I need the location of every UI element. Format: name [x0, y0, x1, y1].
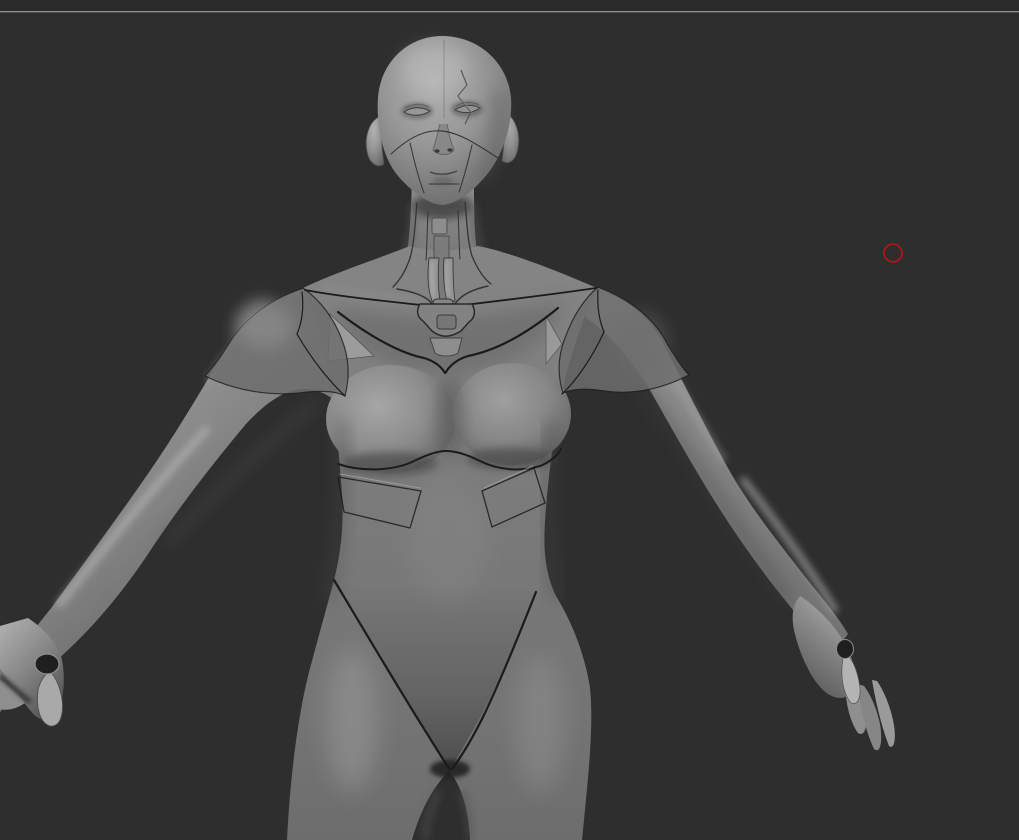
sternum-lower-lip — [430, 338, 462, 356]
right-hand-socket-hole — [837, 640, 854, 659]
thigh-highlight-left — [326, 648, 378, 792]
left-hand-socket-hole — [35, 654, 59, 674]
forehead-highlight — [400, 46, 468, 94]
cleavage-shadow — [437, 376, 463, 460]
sculpt-viewport[interactable] — [0, 0, 1019, 840]
thigh-highlight-right — [516, 656, 564, 792]
window-top-strip — [0, 0, 1019, 11]
belly-highlight — [405, 480, 489, 600]
nostril-right — [447, 148, 452, 152]
sternum-shield-notch — [437, 315, 456, 329]
sculpt-canvas[interactable] — [0, 0, 1019, 840]
titlebar-divider — [0, 11, 1019, 12]
nostril-left — [434, 149, 439, 153]
throat-top-plate — [432, 218, 447, 234]
deltoid-plate-highlight-left — [237, 304, 293, 348]
